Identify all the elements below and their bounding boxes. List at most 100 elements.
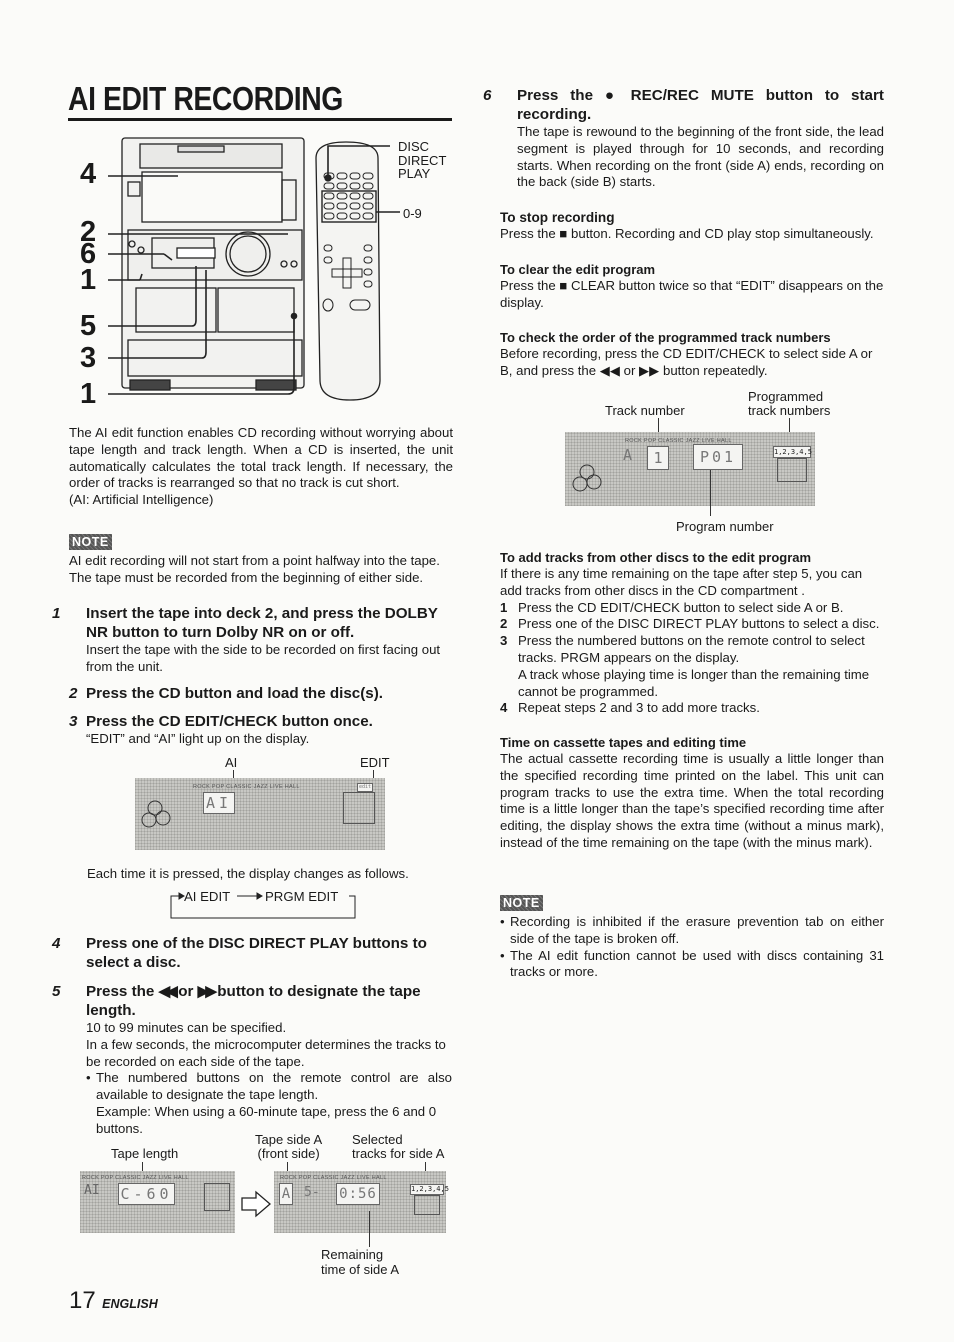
step-5: 5 Press the ◀◀ or ▶▶ button to designate … [52, 982, 457, 1138]
add-steps: 1 Press the CD EDIT/CHECK button to selec… [500, 600, 884, 718]
stop-text: button. Recording and CD play stop simul… [571, 226, 874, 241]
stop-icon: ■ [559, 226, 568, 241]
title-rule [68, 118, 452, 121]
callout-1: 1 [80, 264, 97, 296]
step-heading: Press the CD button and load the disc(s)… [86, 685, 384, 702]
cassette-heading: Time on cassette tapes and editing time [500, 735, 747, 750]
step-number: 5 [52, 983, 61, 1000]
lcd-edit-tag: edit [357, 783, 373, 792]
lcd-track-grid [204, 1183, 230, 1211]
clear-text: CLEAR button twice so that “EDIT” disapp… [500, 278, 884, 310]
mode-cycle-diagram: AI EDIT PRGM EDIT [165, 888, 357, 919]
note-bullet: Recording is inhibited if the erasure pr… [500, 914, 884, 948]
step-heading-part: Press the [517, 87, 594, 104]
step-bullet: The numbered buttons on the remote contr… [86, 1070, 452, 1104]
lcd-display-check: ROCK POP CLASSIC JAZZ LIVE HALL A 1 P01 … [565, 432, 815, 506]
label-edit: EDIT [360, 755, 390, 770]
step-body: The tape is rewound to the beginning of … [517, 124, 884, 190]
label-ai: AI [225, 755, 238, 770]
clear-text: Press the [500, 278, 556, 293]
step-heading: Press one of the DISC DIRECT PLAY button… [86, 935, 427, 971]
cycle-intro: Each time it is pressed, the display cha… [87, 866, 409, 881]
number-keys-label: 0-9 [403, 206, 422, 221]
step-number: 1 [52, 605, 61, 622]
callout-4: 4 [80, 158, 97, 190]
label-line: PLAY [398, 166, 431, 181]
step-number: 4 [52, 935, 61, 952]
lcd-indicators: ROCK POP CLASSIC JAZZ LIVE HALL [193, 784, 300, 790]
page-footer: 17 ENGLISH [69, 1287, 158, 1315]
add-heading: To add tracks from other discs to the ed… [500, 550, 812, 565]
lcd-display-side-a: ROCK POP CLASSIC JAZZ LIVE HALL A 5- 0:5… [274, 1171, 449, 1233]
lcd-side-indicator: A [279, 1183, 293, 1205]
note-1: AI edit recording will not start from a … [69, 553, 459, 587]
step-body: “EDIT” and “AI” light up on the display. [86, 731, 310, 746]
lcd-track-grid [414, 1195, 440, 1215]
step-heading-part: Press the [86, 983, 155, 1000]
lcd-ai-segment: AI [84, 1183, 100, 1198]
lcd-indicators: ROCK POP CLASSIC JAZZ LIVE HALL [280, 1175, 387, 1181]
step-1: 1 Insert the tape into deck 2, and press … [52, 604, 457, 676]
label-selected-tracks: Selected tracks for side A [352, 1133, 444, 1161]
disc-icon [141, 800, 171, 828]
label-line: track numbers [748, 403, 831, 418]
check-section: To check the order of the programmed tra… [500, 329, 884, 380]
page-number: 17 [69, 1287, 96, 1314]
callout-5: 5 [80, 310, 97, 342]
check-text: Before recording, press the CD EDIT/CHEC… [500, 346, 873, 378]
cycle-ai-edit: AI EDIT [184, 889, 231, 904]
step-body: Insert the tape with the side to be reco… [86, 642, 441, 674]
callout-3: 3 [80, 342, 97, 374]
add-step-text: Press the numbered buttons on the remote… [518, 633, 865, 665]
add-step-extra: A track whose playing time is longer tha… [518, 666, 870, 699]
lcd-track-grid [343, 792, 375, 824]
lcd-track-number: 1 [647, 446, 669, 470]
add-step: 1 Press the CD EDIT/CHECK button to selec… [500, 600, 884, 617]
step-number: 3 [69, 713, 78, 730]
lcd-indicators: ROCK POP CLASSIC JAZZ LIVE HALL [82, 1175, 189, 1181]
pointer-line [369, 1211, 370, 1247]
lcd-tape-length-value: C-60 [118, 1183, 175, 1205]
step-body-line: 10 to 99 minutes can be specified. [86, 1020, 287, 1035]
lcd-display-tape-length: ROCK POP CLASSIC JAZZ LIVE HALL AI C-60 [80, 1171, 235, 1233]
intro-abbr: (AI: Artificial Intelligence) [69, 492, 214, 508]
add-step-number: 4 [500, 700, 508, 716]
step-4: 4 Press one of the DISC DIRECT PLAY butto… [52, 934, 474, 972]
intro-text: The AI edit function enables CD recordin… [69, 425, 453, 491]
note-bullet: The AI edit function cannot be used with… [500, 948, 884, 982]
unit-illustration: 4 2 6 1 5 3 1 DISC DIRECT PLAY 0-9 [60, 130, 460, 410]
step-heading-part: or [178, 983, 194, 1000]
intro-section: The AI edit function enables CD recordin… [69, 425, 453, 509]
label-tape-side-a: Tape side A (front side) [255, 1133, 322, 1161]
cycle-prgm-edit: PRGM EDIT [265, 889, 339, 904]
add-step-text: Press one of the DISC DIRECT PLAY button… [518, 616, 880, 632]
note-badge-2: NOTE [500, 894, 543, 912]
step-6: 6 Press the ● REC/REC MUTE button to star… [483, 86, 884, 191]
stop-section: To stop recording Press the ■ button. Re… [500, 209, 884, 243]
add-step: 4 Repeat steps 2 and 3 to add more tracks… [500, 700, 884, 717]
note-badge-1: NOTE [69, 533, 112, 551]
step-number: 2 [69, 685, 78, 702]
note-badge: NOTE [69, 534, 112, 550]
fast-forward-icon: ▶▶ [197, 983, 217, 1000]
label-line: Selected [352, 1132, 403, 1147]
label-programmed-tracks: Programmed track numbers [748, 390, 830, 418]
check-heading: To check the order of the programmed tra… [500, 330, 831, 345]
label-line: time of side A [321, 1262, 400, 1277]
label-line: Programmed [748, 389, 824, 404]
add-step-text: Repeat steps 2 and 3 to add more tracks. [518, 700, 760, 716]
label-track-number: Track number [605, 403, 685, 418]
add-step: 3 Press the numbered buttons on the remot… [500, 633, 884, 700]
disc-direct-play-label: DISC DIRECT PLAY [398, 140, 446, 181]
lcd-programmed-tracks: 1,2,3,4,5 [773, 446, 812, 458]
label-remaining-time: Remaining time of side A [321, 1247, 399, 1277]
add-section: To add tracks from other discs to the ed… [500, 549, 884, 717]
lcd-selected-tracks: 1,2,3,4,5 [410, 1184, 449, 1195]
disc-icon [572, 464, 602, 492]
lcd-side-indicator: A [623, 446, 633, 464]
lcd-display-ai: ROCK POP CLASSIC JAZZ LIVE HALL AI edit [135, 778, 385, 850]
add-step-number: 1 [500, 599, 508, 615]
page-title: AI EDIT RECORDING [68, 80, 343, 117]
label-line: Remaining [321, 1247, 384, 1262]
label-line: tracks for side A [352, 1146, 445, 1161]
